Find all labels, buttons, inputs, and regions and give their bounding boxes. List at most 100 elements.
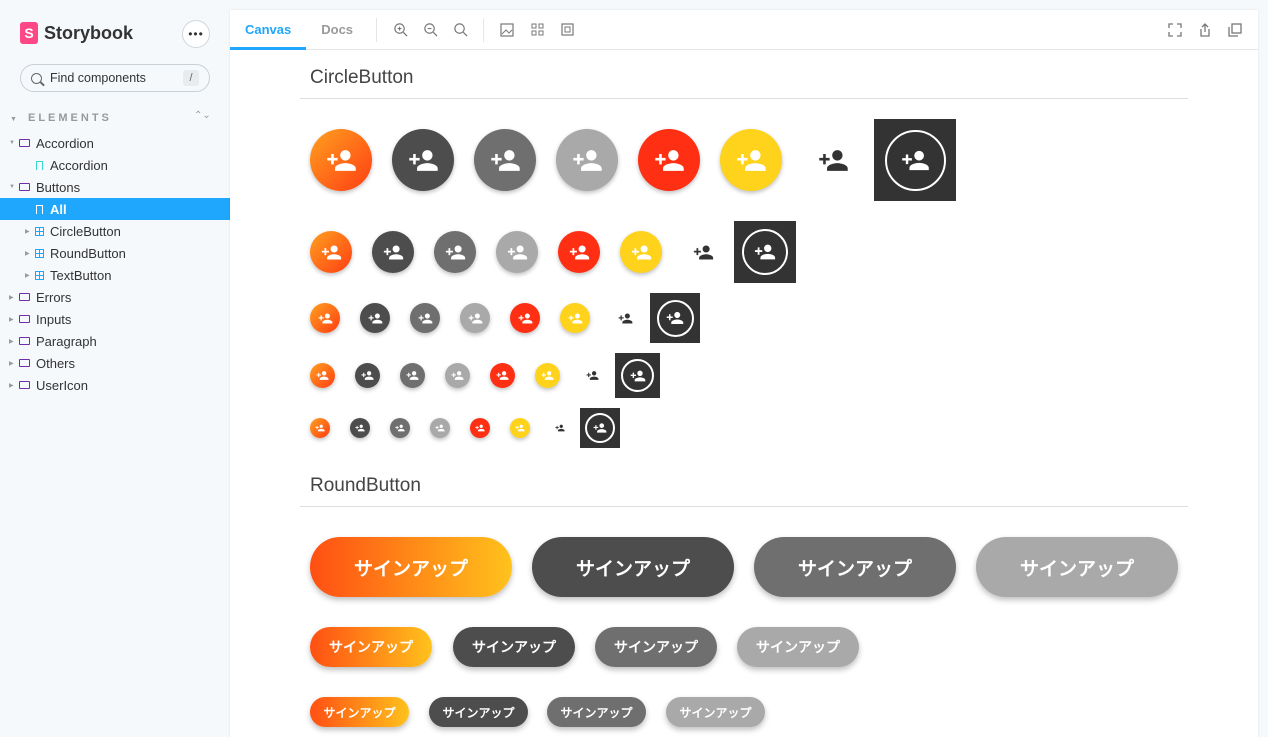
circle-button-plain[interactable]	[550, 418, 570, 438]
circle-button-yellow[interactable]	[560, 303, 590, 333]
zoom-out-icon[interactable]	[415, 15, 445, 45]
sidebar-item-paragraph[interactable]: ▶ Paragraph	[0, 330, 230, 352]
sidebar-item-label: Buttons	[36, 179, 81, 195]
sidebar-item-usericon[interactable]: ▶ UserIcon	[0, 374, 230, 396]
round-button-gray-large[interactable]: サインアップ	[754, 537, 956, 597]
sidebar-item-accordion-folder[interactable]: ▼ Accordion	[0, 132, 230, 154]
folder-icon	[19, 183, 30, 191]
circle-button-yellow[interactable]	[510, 418, 530, 438]
sidebar-item-label: RoundButton	[50, 245, 126, 261]
add-user-icon	[475, 424, 485, 432]
zoom-in-icon[interactable]	[385, 15, 415, 45]
circle-button-red[interactable]	[490, 363, 515, 388]
circle-button-orange[interactable]	[310, 231, 352, 273]
circle-button-red[interactable]	[558, 231, 600, 273]
round-button-orange-small[interactable]: サインアップ	[310, 697, 409, 727]
sidebar-item-label: Accordion	[36, 135, 94, 151]
round-button-dark-small[interactable]: サインアップ	[429, 697, 528, 727]
circle-button-dark[interactable]	[355, 363, 380, 388]
circle-button-orange[interactable]	[310, 303, 340, 333]
circle-button-gray[interactable]	[474, 129, 536, 191]
circle-button-light[interactable]	[556, 129, 618, 191]
circle-button-gray[interactable]	[390, 418, 410, 438]
add-user-icon	[315, 424, 325, 432]
circle-button-orange[interactable]	[310, 129, 372, 191]
round-button-gray-medium[interactable]: サインアップ	[595, 627, 717, 667]
circle-button-outline-dark[interactable]	[580, 408, 620, 448]
circle-button-plain[interactable]	[682, 231, 724, 273]
sidebar-item-accordion-story[interactable]: Accordion	[0, 154, 230, 176]
circle-button-plain[interactable]	[802, 129, 864, 191]
circle-button-light[interactable]	[496, 231, 538, 273]
background-icon[interactable]	[492, 15, 522, 45]
outline-icon[interactable]	[552, 15, 582, 45]
caret-right-icon: ▶	[9, 294, 14, 301]
circle-button-red[interactable]	[638, 129, 700, 191]
more-menu-button[interactable]: •••	[182, 20, 210, 48]
circle-button-red[interactable]	[510, 303, 540, 333]
round-button-light-small[interactable]: サインアップ	[666, 697, 765, 727]
circle-button-red[interactable]	[470, 418, 490, 438]
round-button-dark-large[interactable]: サインアップ	[532, 537, 734, 597]
folder-icon	[19, 139, 30, 147]
circle-button-dark[interactable]	[372, 231, 414, 273]
circle-button-outline-dark[interactable]	[874, 119, 956, 201]
roundbutton-heading: RoundButton	[310, 475, 421, 496]
round-button-orange-medium[interactable]: サインアップ	[310, 627, 432, 667]
circle-button-outline-dark[interactable]	[650, 293, 700, 343]
section-title[interactable]: ▼ ELEMENTS	[10, 112, 112, 124]
circle-button-outline-dark[interactable]	[615, 353, 660, 398]
sidebar-item-textbutton[interactable]: ▶ TextButton	[0, 264, 230, 286]
grid-icon[interactable]	[522, 15, 552, 45]
sidebar-item-buttons-folder[interactable]: ▼ Buttons	[0, 176, 230, 198]
folder-icon	[19, 381, 30, 389]
search-icon	[31, 72, 42, 84]
circle-button-gray[interactable]	[400, 363, 425, 388]
sidebar-item-circlebutton[interactable]: ▶ CircleButton	[0, 220, 230, 242]
search-input[interactable]: Find components /	[20, 64, 210, 92]
circle-button-orange[interactable]	[310, 418, 330, 438]
fullscreen-icon[interactable]	[1160, 15, 1190, 45]
round-button-dark-medium[interactable]: サインアップ	[453, 627, 575, 667]
sidebar-item-all[interactable]: All	[0, 198, 230, 220]
circle-button-light[interactable]	[430, 418, 450, 438]
reset-zoom-icon[interactable]	[445, 15, 475, 45]
sidebar: S Storybook ••• Find components / ▼ ELEM…	[0, 0, 230, 737]
tab-docs[interactable]: Docs	[306, 10, 368, 50]
round-button-orange-large[interactable]: サインアップ	[310, 537, 512, 597]
circle-button-dark[interactable]	[350, 418, 370, 438]
round-button-light-large[interactable]: サインアップ	[976, 537, 1178, 597]
circle-button-dark[interactable]	[360, 303, 390, 333]
sidebar-item-label: UserIcon	[36, 377, 89, 393]
circle-button-yellow[interactable]	[620, 231, 662, 273]
circle-button-orange[interactable]	[310, 363, 335, 388]
circle-button-yellow[interactable]	[720, 129, 782, 191]
section-title-label: ELEMENTS	[28, 112, 112, 124]
copy-icon[interactable]	[1220, 15, 1250, 45]
sidebar-item-label: Accordion	[50, 157, 108, 173]
circle-button-gray[interactable]	[410, 303, 440, 333]
circle-button-plain[interactable]	[610, 303, 640, 333]
share-icon[interactable]	[1190, 15, 1220, 45]
sidebar-item-errors[interactable]: ▶ Errors	[0, 286, 230, 308]
brand[interactable]: S Storybook	[20, 22, 133, 44]
round-button-light-medium[interactable]: サインアップ	[737, 627, 859, 667]
sidebar-item-inputs[interactable]: ▶ Inputs	[0, 308, 230, 330]
tab-canvas[interactable]: Canvas	[230, 10, 307, 50]
component-icon	[35, 270, 44, 280]
circle-button-outline-dark[interactable]	[734, 221, 796, 283]
expand-collapse-icon[interactable]: ⌃⌄	[194, 110, 211, 121]
circle-button-yellow[interactable]	[535, 363, 560, 388]
add-user-icon	[507, 245, 527, 259]
circle-button-light[interactable]	[460, 303, 490, 333]
round-button-gray-small[interactable]: サインアップ	[547, 697, 646, 727]
circle-button-gray[interactable]	[434, 231, 476, 273]
caret-right-icon: ▶	[25, 228, 30, 235]
add-user-icon	[368, 313, 382, 323]
circle-button-plain[interactable]	[580, 363, 605, 388]
sidebar-item-others[interactable]: ▶ Others	[0, 352, 230, 374]
sidebar-item-roundbutton[interactable]: ▶ RoundButton	[0, 242, 230, 264]
circle-button-light[interactable]	[445, 363, 470, 388]
add-user-icon	[408, 149, 438, 171]
circle-button-dark[interactable]	[392, 129, 454, 191]
